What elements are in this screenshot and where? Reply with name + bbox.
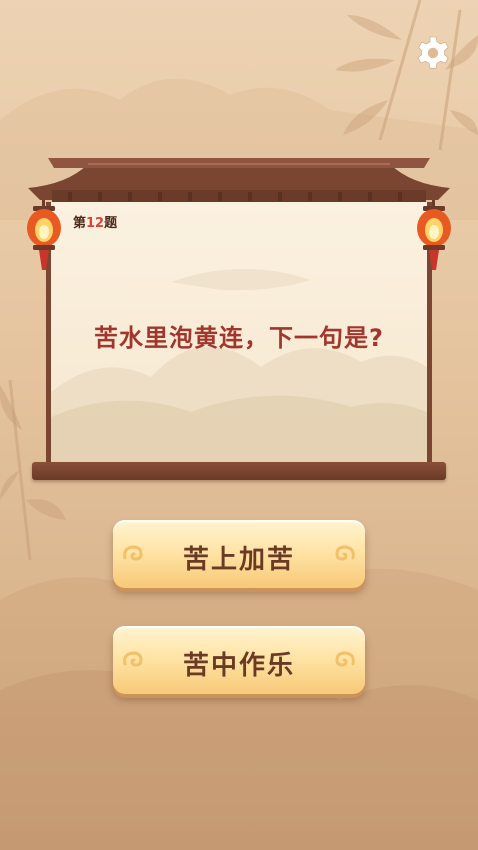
question-paper: 第12题 苦水里泡黄连，下一句是? (46, 202, 432, 464)
answer-button-1[interactable]: 苦上加苦 (113, 520, 365, 588)
board-base (32, 462, 446, 480)
question-number: 第12题 (73, 216, 118, 231)
gear-icon (417, 36, 449, 69)
answer-label-2: 苦中作乐 (182, 651, 295, 681)
lantern-right-icon (417, 200, 451, 270)
settings-button[interactable] (414, 34, 452, 72)
question-number-value: 12 (86, 216, 105, 231)
question-board: 第12题 苦水里泡黄连，下一句是? (27, 150, 451, 490)
question-text: 苦水里泡黄连，下一句是? (94, 324, 384, 352)
lantern-left-icon (27, 200, 61, 270)
answer-label-1: 苦上加苦 (182, 545, 295, 575)
answer-button-2[interactable]: 苦中作乐 (113, 626, 365, 694)
board-roof (28, 158, 450, 202)
